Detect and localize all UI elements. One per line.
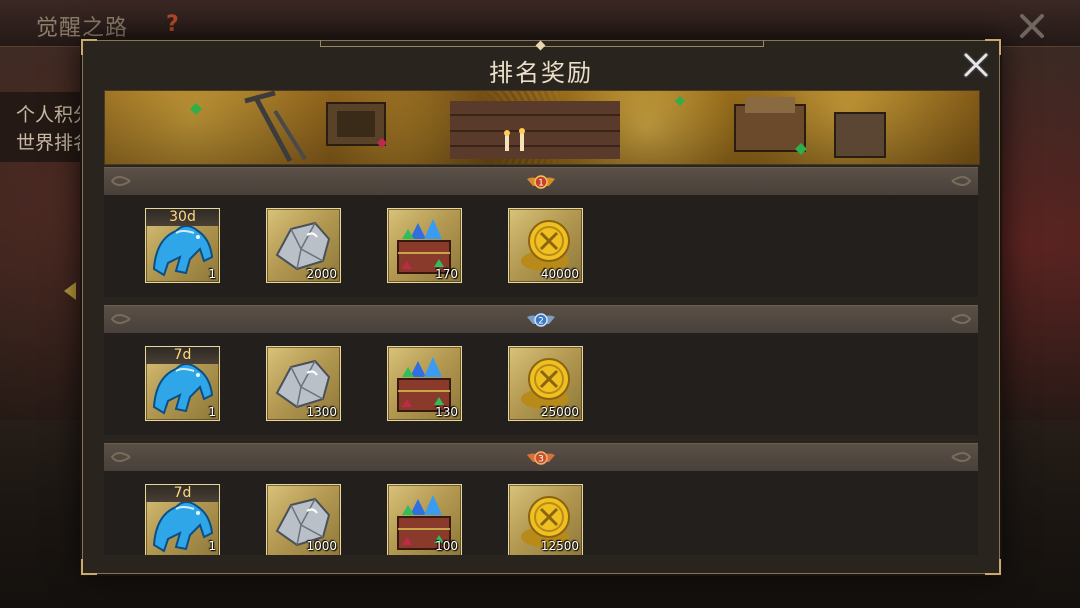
reward-item-ore[interactable]: 1300 bbox=[266, 346, 341, 421]
scroll-ornament-icon bbox=[110, 452, 131, 462]
reward-item-gold[interactable]: 12500 bbox=[508, 484, 583, 555]
scroll-ornament-icon bbox=[951, 452, 972, 462]
reward-item-ore[interactable]: 2000 bbox=[266, 208, 341, 283]
reward-item-mount[interactable]: 7d 1 bbox=[145, 484, 220, 555]
dialog-title: 排名奖励 bbox=[489, 59, 593, 87]
reward-item-gem-chest[interactable]: 100 bbox=[387, 484, 462, 555]
arrow-left-icon[interactable] bbox=[64, 282, 76, 300]
scroll-ornament-icon bbox=[951, 314, 972, 324]
reward-item-gem-chest[interactable]: 170 bbox=[387, 208, 462, 283]
background-stats-panel: 个人积分 世界排名 bbox=[0, 92, 93, 162]
rank-rewards-dialog: 排名奖励 1 30d 1 2000 170 40000 2 7d 1 1300 … bbox=[81, 39, 1001, 575]
frame-corner bbox=[985, 559, 1001, 575]
rank-3-badge-icon: 3 bbox=[527, 451, 555, 465]
tier-rewards: 7d 1 1000 100 12500 bbox=[104, 471, 978, 555]
reward-quantity: 170 bbox=[435, 267, 458, 281]
reward-quantity: 40000 bbox=[540, 267, 579, 281]
reward-item-mount[interactable]: 7d 1 bbox=[145, 346, 220, 421]
rank-tier-1: 1 30d 1 2000 170 40000 bbox=[104, 167, 978, 297]
tier-header: 3 bbox=[104, 443, 978, 472]
tier-header: 2 bbox=[104, 305, 978, 334]
reward-quantity: 12500 bbox=[540, 539, 579, 553]
reward-quantity: 1 bbox=[208, 405, 216, 419]
reward-item-gold[interactable]: 40000 bbox=[508, 208, 583, 283]
tier-rewards: 30d 1 2000 170 40000 bbox=[104, 195, 978, 297]
tier-rewards: 7d 1 1300 130 25000 bbox=[104, 333, 978, 435]
duration-tag: 7d bbox=[146, 485, 219, 502]
treasure-banner-image bbox=[104, 90, 980, 165]
reward-quantity: 1300 bbox=[306, 405, 337, 419]
reward-quantity: 2000 bbox=[306, 267, 337, 281]
reward-quantity: 25000 bbox=[540, 405, 579, 419]
duration-tag: 7d bbox=[146, 347, 219, 364]
rank-tier-3: 3 7d 1 1000 100 12500 bbox=[104, 443, 978, 573]
duration-tag: 30d bbox=[146, 209, 219, 226]
world-rank-label: 世界排名 bbox=[16, 132, 93, 154]
close-icon[interactable] bbox=[1018, 12, 1046, 40]
rank-tier-2: 2 7d 1 1300 130 25000 bbox=[104, 305, 978, 435]
scroll-ornament-icon bbox=[110, 314, 131, 324]
rank-1-badge-icon: 1 bbox=[527, 175, 555, 189]
help-button[interactable]: ? bbox=[166, 12, 179, 37]
reward-quantity: 1000 bbox=[306, 539, 337, 553]
tier-header: 1 bbox=[104, 167, 978, 196]
reward-item-mount[interactable]: 30d 1 bbox=[145, 208, 220, 283]
svg-text:1: 1 bbox=[538, 179, 544, 189]
reward-item-gold[interactable]: 25000 bbox=[508, 346, 583, 421]
rank-2-badge-icon: 2 bbox=[527, 313, 555, 327]
reward-quantity: 130 bbox=[435, 405, 458, 419]
svg-text:2: 2 bbox=[538, 317, 544, 327]
reward-quantity: 100 bbox=[435, 539, 458, 553]
scroll-ornament-icon bbox=[110, 176, 131, 186]
svg-text:3: 3 bbox=[538, 455, 544, 465]
background-title: 觉醒之路 bbox=[36, 16, 129, 41]
reward-item-ore[interactable]: 1000 bbox=[266, 484, 341, 555]
reward-quantity: 1 bbox=[208, 539, 216, 553]
reward-item-gem-chest[interactable]: 130 bbox=[387, 346, 462, 421]
scroll-ornament-icon bbox=[951, 176, 972, 186]
personal-score-label: 个人积分 bbox=[16, 104, 93, 126]
treasure-illustration bbox=[190, 91, 886, 163]
close-icon[interactable] bbox=[961, 50, 991, 80]
frame-corner bbox=[81, 559, 97, 575]
reward-quantity: 1 bbox=[208, 267, 216, 281]
